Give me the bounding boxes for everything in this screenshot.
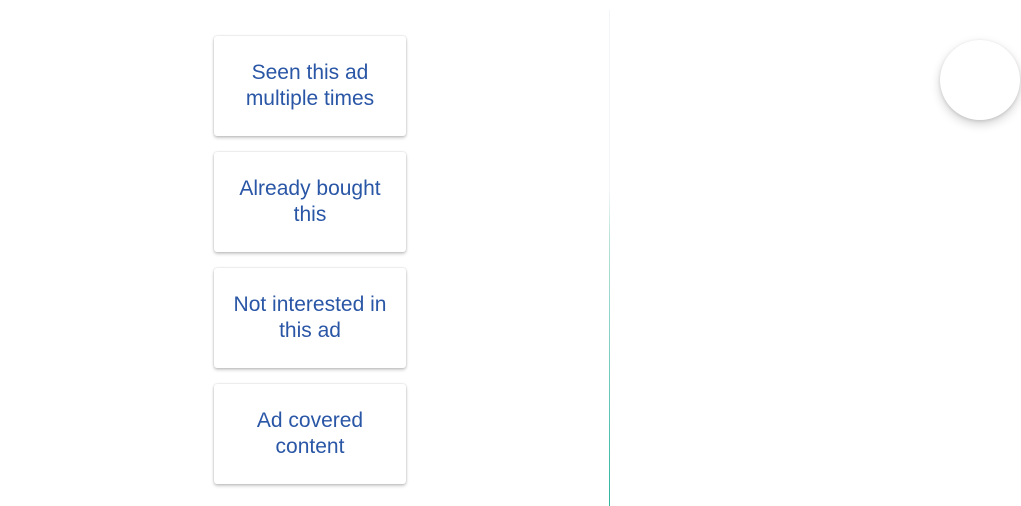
option-seen-multiple-times[interactable]: Seen this ad multiple times (214, 36, 406, 136)
option-label: Seen this ad multiple times (245, 61, 375, 110)
vertical-divider (609, 10, 610, 506)
ad-feedback-panel: Seen this ad multiple times Already boug… (0, 0, 1021, 506)
option-label: Ad covered content (256, 409, 364, 458)
option-not-interested[interactable]: Not interested in this ad (214, 268, 406, 368)
option-label: Already bought this (239, 177, 381, 226)
option-already-bought[interactable]: Already bought this (214, 152, 406, 252)
close-icon[interactable] (940, 40, 1020, 120)
feedback-options-list: Seen this ad multiple times Already boug… (214, 36, 406, 500)
option-ad-covered-content[interactable]: Ad covered content (214, 384, 406, 484)
option-label: Not interested in this ad (233, 293, 387, 342)
